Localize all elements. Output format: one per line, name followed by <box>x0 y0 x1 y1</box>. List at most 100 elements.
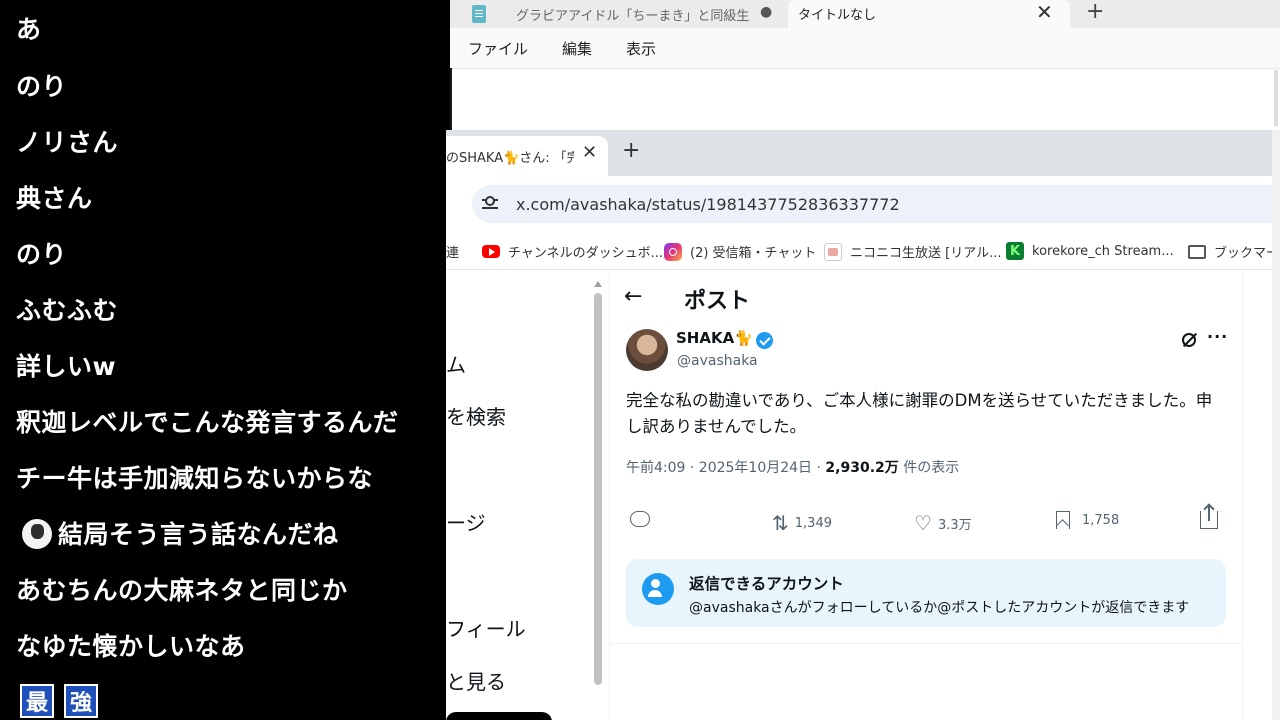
share-button[interactable] <box>1200 505 1218 529</box>
post-meta: 午前4:09 · 2025年10月24日 · 2,930.2万 件の表示 <box>626 457 959 477</box>
page-scrollbar[interactable] <box>1272 130 1280 720</box>
bookmark-partial[interactable]: 連 <box>446 242 459 261</box>
notepad-window: グラビアアイドル「ちーまき」と同級生 ● タイトルなし ✕ + ファイル 編集 … <box>450 0 1280 130</box>
view-label: 件の表示 <box>898 460 960 476</box>
reply-button[interactable] <box>630 511 650 527</box>
nav-item-more[interactable]: と見る <box>446 666 506 695</box>
youtube-icon <box>482 245 500 258</box>
bookmark-youtube[interactable]: チャンネルのダッシュボ... <box>482 242 663 261</box>
bookmark-niconico[interactable]: ニコニコ生放送 [リアル... <box>824 242 1001 261</box>
new-tab-button[interactable]: + <box>1086 0 1104 24</box>
window-edge <box>450 68 452 130</box>
left-scrollbar[interactable] <box>593 275 603 720</box>
user-check-icon <box>642 573 674 605</box>
x-post-column: ← ポスト SHAKA🐈 @avashaka ··· 完全な私の勘違いであり、ご… <box>610 271 1242 720</box>
bookmark-kick[interactable]: Kkorekore_ch Stream... <box>1006 242 1174 260</box>
bookmark-label: チャンネルのダッシュボ... <box>508 246 664 261</box>
screen: あ のり ノリさん 典さん のり ふむふむ 詳しいw 釈迦レベルでこんな発言する… <box>0 0 1280 720</box>
like-count: 3.3万 <box>937 517 972 533</box>
address-bar[interactable]: x.com/avashaka/status/198143775283633777… <box>472 185 1280 223</box>
divider <box>610 643 1242 644</box>
badge-tile: 強 <box>64 684 98 718</box>
author-avatar[interactable] <box>626 329 668 371</box>
new-tab-button[interactable]: + <box>622 138 640 163</box>
bookmark-label: ニコニコ生放送 [リアル... <box>850 246 1002 261</box>
back-arrow-icon[interactable]: ← <box>624 284 642 309</box>
site-settings-icon[interactable] <box>482 196 500 212</box>
bookmark-count: 1,758 <box>1082 512 1120 528</box>
comment-item: 典さん <box>16 184 93 213</box>
notepad-tab-2[interactable]: タイトルなし <box>788 0 1070 28</box>
nav-item-messages[interactable]: ージ <box>446 507 486 536</box>
comment-item: ノリさん <box>16 128 119 157</box>
comment-item: チー牛は手加減知らないからな <box>16 464 374 493</box>
badge-row: 最 強 <box>20 684 98 718</box>
comment-item: 詳しいw <box>16 352 117 381</box>
bookmark-folder[interactable]: ブックマーク <box>1188 242 1280 261</box>
browser-tab[interactable]: のSHAKA🐈さん: 「完 ✕ <box>446 136 608 176</box>
divider <box>1242 271 1243 720</box>
tab-title: グラビアアイドル「ちーまき」と同級生 <box>516 8 750 24</box>
badge-tile: 最 <box>20 684 54 718</box>
close-tab-icon[interactable]: ✕ <box>1036 0 1053 24</box>
author-name[interactable]: SHAKA🐈 <box>676 329 753 347</box>
author-handle[interactable]: @avashaka <box>677 353 758 369</box>
reply-title: 返信できるアカウント <box>689 575 844 593</box>
grok-icon[interactable] <box>1182 333 1196 347</box>
retweet-icon: ⇅ <box>772 511 789 535</box>
nav-item-profile[interactable]: フィール <box>446 613 526 642</box>
menu-file[interactable]: ファイル <box>468 38 528 59</box>
comment-item: あ <box>16 15 42 44</box>
comment-item: 結局そう言う話なんだね <box>22 515 339 551</box>
comment-item: なゆた懐かしいなあ <box>16 632 246 661</box>
menu-view[interactable]: 表示 <box>626 38 656 59</box>
bookmark-instagram[interactable]: (2) 受信箱・チャット <box>664 242 816 261</box>
retweet-count: 1,349 <box>794 515 832 531</box>
view-count: 2,930.2万 <box>825 460 899 476</box>
more-options-icon[interactable]: ··· <box>1207 327 1228 346</box>
comment-item: あむちんの大麻ネタと同じか <box>16 576 348 605</box>
comment-item: のり <box>16 240 68 269</box>
nav-item-explore[interactable]: を検索 <box>446 401 506 430</box>
url-text[interactable]: x.com/avashaka/status/198143775283633777… <box>516 195 900 214</box>
comment-text: 結局そう言う話なんだね <box>58 520 339 549</box>
nav-item-home[interactable]: ム <box>446 349 466 378</box>
post-text: 完全な私の勘違いであり、ご本人様に謝罪のDMを送らせていただきました。申し訳あり… <box>626 391 1213 436</box>
bookmark-button[interactable]: 1,758 <box>1056 511 1119 529</box>
post-timestamp[interactable]: 午前4:09 · 2025年10月24日 · <box>626 460 825 476</box>
menu-edit[interactable]: 編集 <box>562 38 592 59</box>
close-tab-icon[interactable]: ✕ <box>582 142 597 163</box>
commenter-avatar-icon <box>22 519 52 549</box>
notepad-editor[interactable] <box>450 68 1280 130</box>
bookmark-label: korekore_ch Stream... <box>1032 243 1174 259</box>
folder-icon <box>1188 244 1206 259</box>
reply-icon <box>630 511 650 527</box>
heart-icon: ♡ <box>914 511 932 535</box>
bookmark-icon <box>1056 511 1070 529</box>
unsaved-dot-icon: ● <box>760 4 773 20</box>
comment-item: ふむふむ <box>16 296 119 325</box>
comment-overlay: あ のり ノリさん 典さん のり ふむふむ 詳しいw 釈迦レベルでこんな発言する… <box>0 0 446 720</box>
overlay-edge <box>446 712 552 720</box>
tab-title: タイトルなし <box>798 8 877 23</box>
bookmark-label: ブックマーク <box>1214 246 1280 261</box>
notepad-tab-1[interactable]: グラビアアイドル「ちーまき」と同級生 ● <box>450 0 788 28</box>
browser-tabbar: のSHAKA🐈さん: 「完 ✕ + <box>446 130 1280 176</box>
scroll-thumb[interactable] <box>594 293 602 685</box>
instagram-icon <box>664 242 682 261</box>
bookmark-label: (2) 受信箱・チャット <box>690 246 817 261</box>
reply-restriction-notice: 返信できるアカウント @avashakaさんがフォローしているか@ポストしたアカ… <box>626 559 1226 627</box>
like-button[interactable]: ♡ 3.3万 <box>914 511 972 535</box>
scroll-up-icon[interactable] <box>594 281 602 287</box>
retweet-button[interactable]: ⇅ 1,349 <box>772 511 832 535</box>
notepad-scrollbar[interactable] <box>1274 70 1278 126</box>
verified-badge-icon <box>756 332 773 349</box>
reply-description: @avashakaさんがフォローしているか@ポストしたアカウントが返信できます <box>689 600 1190 616</box>
notepad-menubar: ファイル 編集 表示 <box>450 28 1280 68</box>
comment-item: のり <box>16 72 68 101</box>
share-icon <box>1200 505 1218 529</box>
comment-item: 釈迦レベルでこんな発言するんだ <box>16 408 399 437</box>
x-left-nav: ム を検索 ージ フィール と見る <box>446 271 592 720</box>
address-row: x.com/avashaka/status/198143775283633777… <box>446 176 1280 234</box>
niconico-icon <box>824 242 842 261</box>
